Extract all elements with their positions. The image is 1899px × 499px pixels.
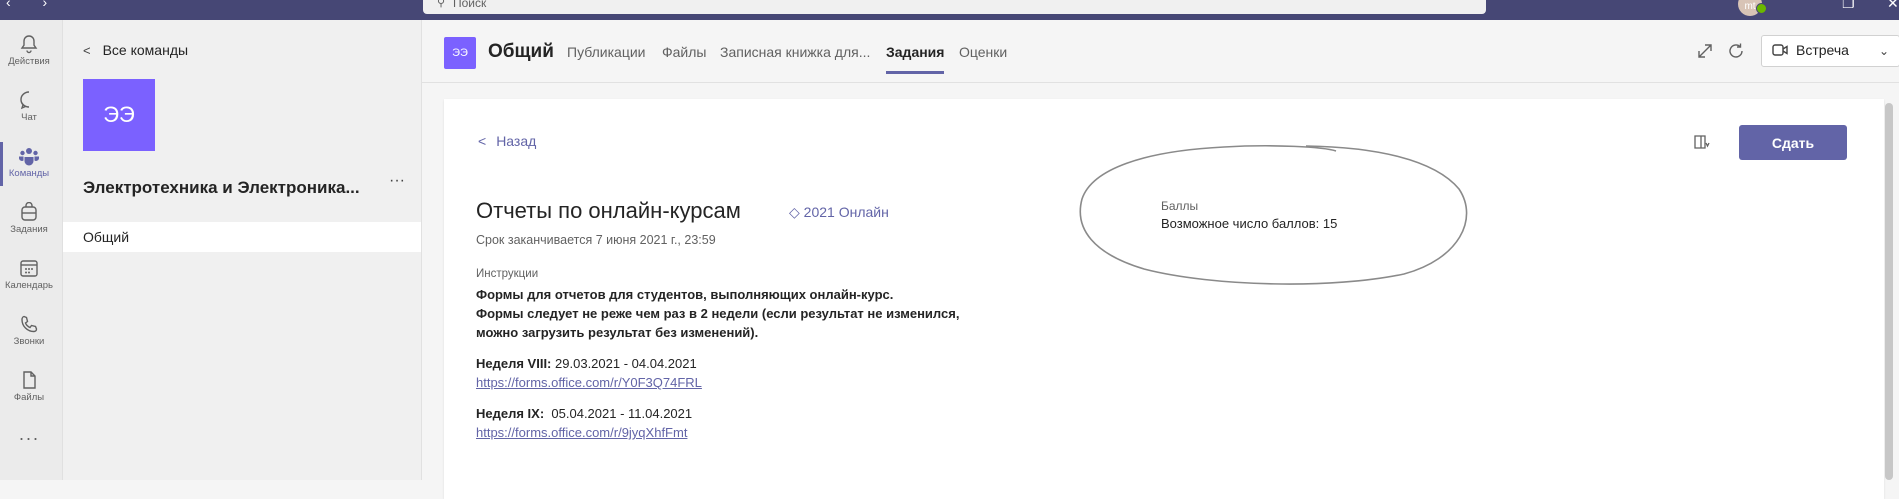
- rail-label: Действия: [8, 56, 50, 67]
- rail-item-calendar[interactable]: Календарь: [0, 250, 58, 304]
- instructions-line: Формы следует не реже чем раз в 2 недели…: [476, 306, 960, 340]
- instructions-body: Формы для отчетов для студентов, выполня…: [476, 285, 996, 442]
- tag-icon: ◇: [789, 204, 800, 220]
- team-avatar[interactable]: ЭЭ: [83, 79, 155, 151]
- channel-title: Общий: [488, 41, 554, 62]
- team-panel: < Все команды ЭЭ Электротехника и Электро…: [63, 20, 422, 480]
- file-icon: [23, 371, 36, 389]
- chevron-left-icon: <: [478, 133, 487, 149]
- restore-window-icon[interactable]: ❐: [1842, 0, 1855, 12]
- main-content: < Назад Сдать Отчеты по онлайн-курсам ◇ 2…: [422, 83, 1899, 499]
- hand-drawn-circle: [1079, 144, 1468, 285]
- week-label: Неделя VIII:: [476, 356, 552, 371]
- due-date: Срок заканчивается 7 июня 2021 г., 23:59: [476, 233, 716, 247]
- rail-label: Звонки: [13, 336, 45, 347]
- channel-label: Общий: [83, 229, 130, 245]
- rail-label: Календарь: [5, 280, 53, 291]
- chat-icon: [20, 91, 30, 110]
- search-placeholder: Поиск: [453, 0, 487, 10]
- channel-item-general[interactable]: Общий: [63, 222, 421, 252]
- app-rail: Действия Чат Команды Задания Календарь З…: [0, 20, 63, 480]
- instructions-line: Формы для отчетов для студентов, выполня…: [476, 287, 894, 302]
- all-teams-label: Все команды: [102, 42, 189, 58]
- assignments-icon: [21, 202, 37, 221]
- tag-label: 2021 Онлайн: [803, 204, 889, 220]
- video-camera-icon: [1772, 44, 1788, 56]
- search-input[interactable]: ⚲ Поиск: [423, 0, 1486, 14]
- close-window-icon[interactable]: ✕: [1887, 0, 1899, 12]
- rail-item-teams[interactable]: Команды: [0, 138, 58, 192]
- rail-label: Чат: [21, 112, 37, 123]
- back-label: Назад: [496, 133, 537, 149]
- week-dates: 29.03.2021 - 04.04.2021: [555, 356, 697, 371]
- team-name: Электротехника и Электроника...: [83, 178, 360, 197]
- rail-item-files[interactable]: Файлы: [0, 362, 58, 416]
- immersive-reader-icon[interactable]: [1692, 133, 1710, 151]
- calendar-icon: [20, 260, 38, 277]
- rail-item-activity[interactable]: Действия: [0, 26, 58, 80]
- scrollbar[interactable]: [1885, 103, 1893, 480]
- more-apps-icon[interactable]: ···: [0, 428, 58, 449]
- nav-arrows[interactable]: ‹ ›: [6, 0, 61, 10]
- points-value: Возможное число баллов: 15: [1161, 216, 1338, 231]
- instructions-label: Инструкции: [476, 268, 539, 280]
- chevron-left-icon: <: [83, 43, 91, 58]
- rail-label: Задания: [10, 224, 48, 235]
- assignment-tag[interactable]: ◇ 2021 Онлайн: [789, 204, 889, 221]
- channel-team-avatar: ЭЭ: [444, 37, 476, 69]
- phone-icon: [21, 315, 38, 333]
- rail-item-assignments[interactable]: Задания: [0, 194, 58, 248]
- expand-icon[interactable]: [1696, 42, 1714, 60]
- back-link[interactable]: < Назад: [478, 133, 536, 149]
- tab-files[interactable]: Файлы: [662, 44, 706, 60]
- refresh-icon[interactable]: [1727, 42, 1745, 60]
- form-link[interactable]: https://forms.office.com/r/9jyqXhfFmt: [476, 425, 687, 440]
- submit-button[interactable]: Сдать: [1739, 125, 1847, 160]
- title-bar: ‹ › ⚲ Поиск mt ❐ ✕: [0, 0, 1899, 20]
- all-teams-link[interactable]: < Все команды: [83, 42, 188, 58]
- chevron-down-icon[interactable]: ⌄: [1869, 35, 1899, 67]
- week-label: Неделя IX:: [476, 406, 545, 421]
- presence-available-icon: [1756, 3, 1767, 14]
- tab-assignments[interactable]: Задания: [886, 44, 945, 74]
- teams-icon: [19, 148, 39, 166]
- week-dates: 05.04.2021 - 11.04.2021: [551, 406, 693, 421]
- rail-item-chat[interactable]: Чат: [0, 82, 58, 136]
- assignment-card: < Назад Сдать Отчеты по онлайн-курсам ◇ 2…: [444, 99, 1884, 499]
- tab-grades[interactable]: Оценки: [959, 44, 1007, 60]
- meet-now-button[interactable]: Встреча: [1761, 35, 1871, 67]
- meet-label: Встреча: [1796, 42, 1849, 58]
- assignment-title: Отчеты по онлайн-курсам: [476, 198, 741, 223]
- channel-header: ЭЭ Общий Публикации Файлы Записная книжк…: [422, 20, 1899, 83]
- search-icon: ⚲: [437, 0, 446, 9]
- points-label: Баллы: [1161, 199, 1199, 213]
- rail-label: Команды: [8, 168, 50, 179]
- tab-class-notebook[interactable]: Записная книжка для...: [720, 44, 870, 60]
- tab-posts[interactable]: Публикации: [567, 44, 645, 60]
- form-link[interactable]: https://forms.office.com/r/Y0F3Q74FRL: [476, 375, 702, 390]
- rail-item-calls[interactable]: Звонки: [0, 306, 58, 360]
- more-options-icon[interactable]: ···: [389, 172, 405, 190]
- bell-icon: [20, 35, 38, 54]
- rail-label: Файлы: [13, 392, 45, 403]
